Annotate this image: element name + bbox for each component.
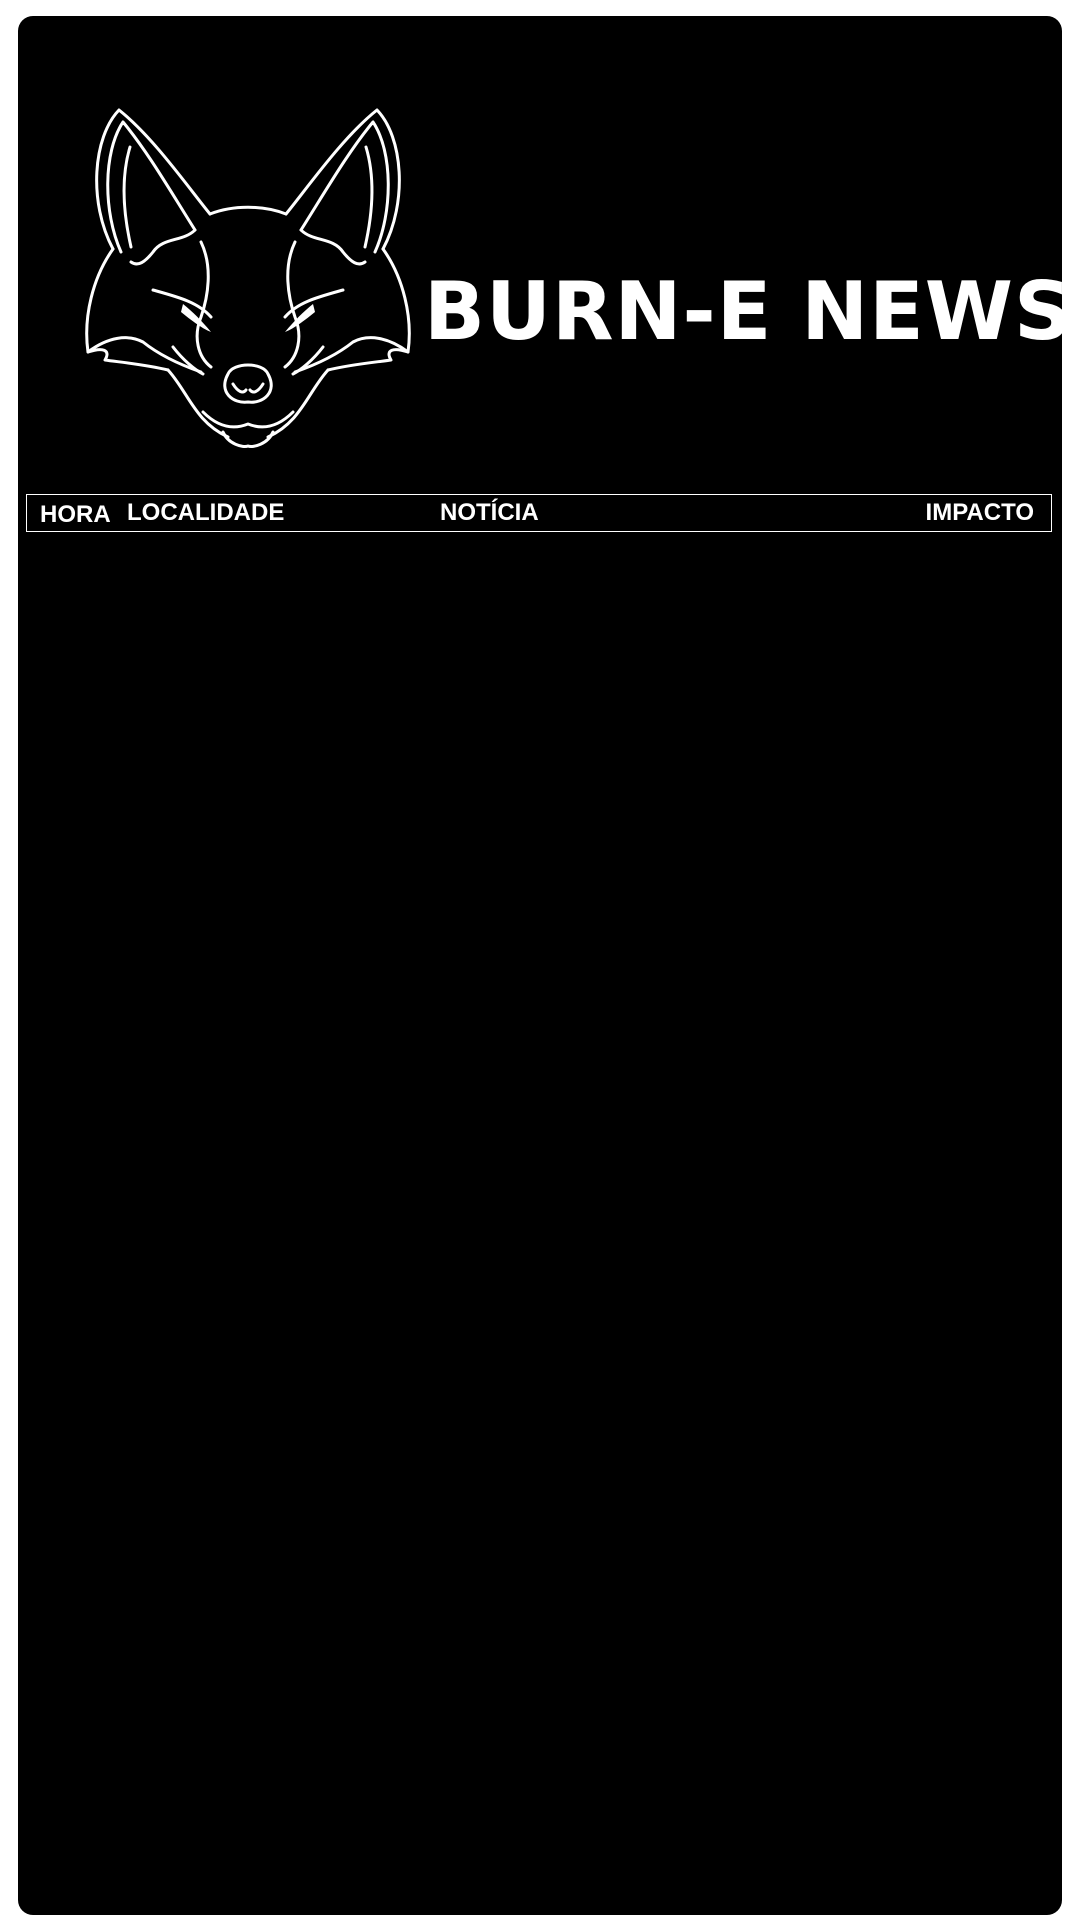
column-header-localidade: LOCALIDADE: [127, 499, 285, 526]
app-frame: BURN-E NEWS HORA LOCALIDADE NOTÍCIA IMPA…: [18, 16, 1062, 1915]
news-list: [26, 536, 1052, 1896]
column-header-hora: HORA: [40, 501, 111, 528]
column-header-noticia: NOTÍCIA: [440, 499, 539, 526]
fox-head-icon: [85, 108, 411, 448]
column-header-impacto: IMPACTO: [925, 499, 1034, 526]
news-table-header: HORA LOCALIDADE NOTÍCIA IMPACTO: [26, 494, 1052, 532]
app-title: BURN-E NEWS: [424, 265, 1062, 358]
